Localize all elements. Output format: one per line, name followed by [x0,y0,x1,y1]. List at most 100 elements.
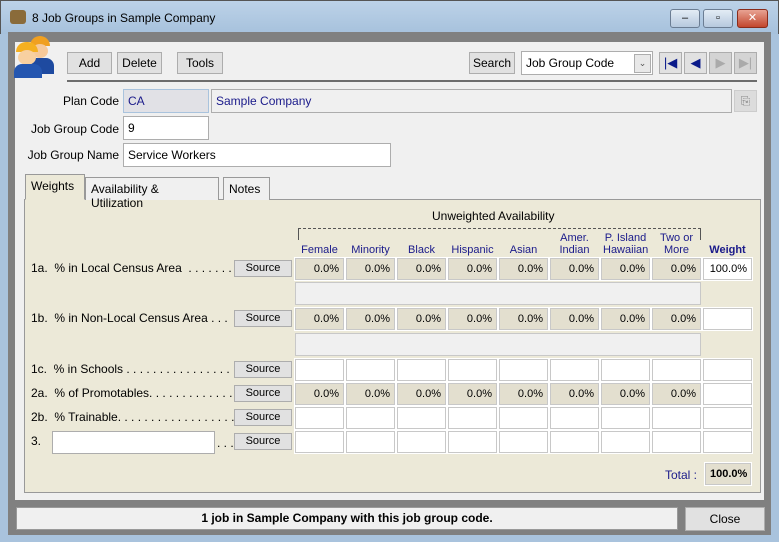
weight-header: Weight [709,244,746,256]
tools-button[interactable]: Tools [177,52,223,74]
close-button[interactable]: Close [685,507,765,531]
plan-code-label: Plan Code [62,94,119,108]
availability-cell: 0.0% [549,382,600,406]
availability-cell: 0.0% [396,382,447,406]
add-button[interactable]: Add [67,52,112,74]
row-label: 2b. % Trainable. . . . . . . . . . . . .… [31,410,235,424]
availability-cell[interactable] [498,430,549,454]
job-group-code-label: Job Group Code [30,122,119,136]
availability-cell[interactable] [447,406,498,430]
availability-cell: 0.0% [600,257,651,281]
plan-code-field[interactable]: CA [123,89,209,113]
availability-cell[interactable] [294,406,345,430]
tab-notes[interactable]: Notes [223,177,270,200]
availability-cell[interactable] [396,358,447,382]
note-bar-1b [295,333,701,356]
availability-cell[interactable] [498,358,549,382]
column-header-female: Female [301,244,338,256]
availability-cell[interactable] [447,430,498,454]
row-label: 1c. % in Schools . . . . . . . . . . . .… [31,362,237,376]
first-record-button[interactable]: |◀ [659,52,682,74]
source-button[interactable]: Source [234,361,292,378]
column-header-p-island-hawaiian: P. Island Hawaiian [603,232,649,256]
total-label: Total : [665,468,698,482]
weight-input[interactable] [702,430,753,454]
availability-cell: 0.0% [498,257,549,281]
availability-cell[interactable] [345,406,396,430]
tab-weights[interactable]: Weights [25,174,85,200]
availability-cell[interactable] [549,406,600,430]
availability-cell[interactable] [651,430,702,454]
source-button[interactable]: Source [234,385,292,402]
job-group-name-label: Job Group Name [27,148,119,162]
row-label: 1b. % in Non-Local Census Area . . . [31,311,228,325]
weight-input[interactable] [702,358,753,382]
weight-input[interactable] [702,307,753,331]
availability-cell: 0.0% [294,257,345,281]
chevron-down-icon[interactable]: ⌄ [634,54,651,73]
window-title: 8 Job Groups in Sample Company [32,11,216,25]
source-button[interactable]: Source [234,310,292,327]
availability-cell: 0.0% [447,307,498,331]
availability-cell: 0.0% [396,307,447,331]
availability-cell[interactable] [447,358,498,382]
search-button[interactable]: Search [469,52,515,74]
availability-cell[interactable] [600,358,651,382]
close-window-button[interactable]: ✕ [737,9,768,28]
availability-cell: 0.0% [651,382,702,406]
minimize-button[interactable]: ‒ [670,9,700,28]
unweighted-availability-header: Unweighted Availability [432,209,555,223]
availability-cell[interactable] [549,358,600,382]
availability-cell[interactable] [549,430,600,454]
availability-cell: 0.0% [600,382,651,406]
column-header-two-or-more: Two or More [659,232,693,256]
availability-cell: 0.0% [651,307,702,331]
last-record-button[interactable]: ▶| [734,52,757,74]
source-button[interactable]: Source [234,433,292,450]
column-header-black: Black [408,244,435,256]
previous-record-button[interactable]: ◀ [684,52,707,74]
availability-cell: 0.0% [549,257,600,281]
availability-cell: 0.0% [447,382,498,406]
column-header-asian: Asian [509,244,538,256]
availability-cell: 0.0% [294,307,345,331]
source-button[interactable]: Source [234,409,292,426]
availability-cell: 0.0% [345,382,396,406]
availability-cell[interactable] [498,406,549,430]
job-group-name-input[interactable]: Service Workers [123,143,391,167]
weight-input[interactable] [702,406,753,430]
row-label: 3. [31,434,42,448]
availability-cell[interactable] [294,358,345,382]
job-group-code-input[interactable]: 9 [123,116,209,140]
availability-cell: 0.0% [345,307,396,331]
column-header-hispanic: Hispanic [451,244,494,256]
leader-dots: . . . [217,436,234,450]
availability-cell[interactable] [600,406,651,430]
source-button[interactable]: Source [234,260,292,277]
maximize-button[interactable]: ▫ [703,9,733,28]
availability-cell: 0.0% [549,307,600,331]
availability-cell[interactable] [651,406,702,430]
company-name-field: Sample Company [211,89,732,113]
availability-cell[interactable] [396,406,447,430]
availability-cell: 0.0% [447,257,498,281]
availability-cell[interactable] [294,430,345,454]
delete-button[interactable]: Delete [117,52,162,74]
weight-input[interactable] [702,382,753,406]
weight-input[interactable]: 100.0% [702,257,753,281]
row-label: 2a. % of Promotables. . . . . . . . . . … [31,386,233,400]
availability-cell[interactable] [396,430,447,454]
tab-availability-utilization[interactable]: Availability & Utilization [85,177,219,210]
availability-cell[interactable] [600,430,651,454]
toolbar-separator [67,80,757,82]
lookup-document-icon[interactable]: ⎘ [734,90,757,112]
availability-cell[interactable] [345,358,396,382]
availability-cell[interactable] [651,358,702,382]
availability-cell: 0.0% [498,382,549,406]
availability-cell[interactable] [345,430,396,454]
total-weight: 100.0% [704,462,752,486]
status-message: 1 job in Sample Company with this job gr… [16,507,678,530]
next-record-button[interactable]: ▶ [709,52,732,74]
availability-cell: 0.0% [600,307,651,331]
custom-row-label-input[interactable] [52,431,215,454]
